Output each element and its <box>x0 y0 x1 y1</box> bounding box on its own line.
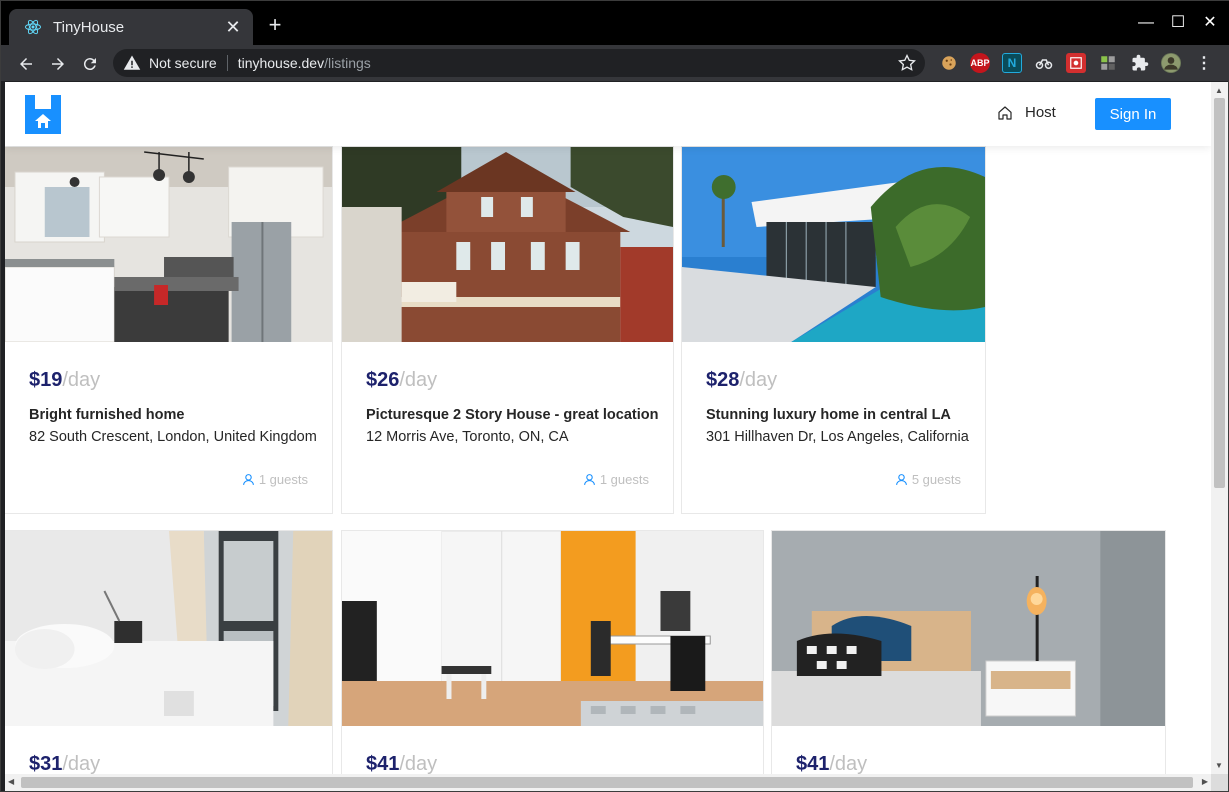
cookie-extension-icon[interactable] <box>939 53 959 73</box>
app-header: Host Sign In <box>5 82 1211 146</box>
browser-tab[interactable]: TinyHouse ✕ <box>9 9 253 45</box>
tabs-extension-icon[interactable] <box>1098 53 1118 73</box>
browser-window: TinyHouse ✕ + — ☐ ✕ Not secure tinyhouse… <box>0 0 1229 792</box>
vertical-scroll-thumb[interactable] <box>1214 98 1225 488</box>
arrow-right-icon <box>52 58 64 70</box>
listing-price: $41/day <box>796 753 868 774</box>
listing-card[interactable]: $41/day <box>771 530 1166 774</box>
listing-price: $28/day <box>706 369 778 391</box>
browser-toolbar: Not secure tinyhouse.dev/listings ABP N … <box>1 45 1229 81</box>
page-viewport: Host Sign In $19/day Bright furnished ho… <box>5 82 1211 774</box>
url-path: /listings <box>324 55 371 71</box>
user-icon <box>895 474 907 486</box>
extensions-puzzle-icon[interactable] <box>1130 53 1150 73</box>
host-link[interactable]: Host <box>997 104 1056 121</box>
scrollbar-corner <box>1211 774 1228 791</box>
horizontal-scroll-thumb[interactable] <box>21 777 1193 788</box>
listing-title: Bright furnished home <box>29 407 185 423</box>
listing-guests: 5 guests <box>895 472 961 487</box>
tab-strip: TinyHouse ✕ + — ☐ ✕ <box>1 1 1229 45</box>
listing-address: 82 South Crescent, London, United Kingdo… <box>29 429 317 445</box>
listing-price: $31/day <box>29 753 101 774</box>
arrow-left-icon <box>20 58 32 70</box>
scroll-left-arrow-icon[interactable]: ◀ <box>8 777 14 786</box>
listing-image-orange-wall-room <box>342 531 763 726</box>
address-bar[interactable]: Not secure tinyhouse.dev/listings <box>113 49 925 77</box>
scroll-right-arrow-icon[interactable]: ▶ <box>1202 777 1208 786</box>
menu-kebab-icon[interactable]: ⋮ <box>1194 53 1214 73</box>
maximize-button[interactable]: ☐ <box>1163 11 1193 35</box>
react-icon <box>23 17 43 37</box>
listing-image-victorian-house <box>342 147 673 342</box>
close-window-button[interactable]: ✕ <box>1195 11 1225 35</box>
listing-card[interactable]: $19/day Bright furnished home 82 South C… <box>5 146 333 514</box>
vertical-scrollbar[interactable]: ▲ ▼ <box>1211 82 1228 774</box>
listing-guests: 1 guests <box>242 472 308 487</box>
reload-button[interactable] <box>77 51 103 77</box>
listing-image-kitchen <box>5 147 332 342</box>
listing-price: $41/day <box>366 753 438 774</box>
adblock-extension-icon[interactable]: ABP <box>970 53 990 73</box>
tab-close-icon[interactable]: ✕ <box>223 17 243 38</box>
listing-price: $19/day <box>29 369 101 391</box>
minimize-button[interactable]: — <box>1131 11 1161 35</box>
url-host: tinyhouse.dev <box>237 55 325 71</box>
reload-icon <box>83 58 96 71</box>
red-extension-icon[interactable] <box>1066 53 1086 73</box>
listing-address: 12 Morris Ave, Toronto, ON, CA <box>366 429 569 445</box>
listing-title: Picturesque 2 Story House - great locati… <box>366 407 659 423</box>
forward-button[interactable] <box>45 51 71 77</box>
user-icon <box>242 474 254 486</box>
listing-card[interactable]: $26/day Picturesque 2 Story House - grea… <box>341 146 674 514</box>
listing-image-modern-villa-pool <box>682 147 985 342</box>
new-tab-button[interactable]: + <box>263 13 287 37</box>
tab-title: TinyHouse <box>53 18 125 36</box>
n-extension-icon[interactable]: N <box>1002 53 1022 73</box>
listing-title: Stunning luxury home in central LA <box>706 407 951 423</box>
horizontal-scrollbar[interactable]: ◀ ▶ <box>5 774 1211 791</box>
home-icon <box>998 105 1012 120</box>
listing-card[interactable]: $28/day Stunning luxury home in central … <box>681 146 986 514</box>
tinyhouse-logo[interactable] <box>25 95 61 134</box>
scroll-down-arrow-icon[interactable]: ▼ <box>1215 761 1223 770</box>
sign-in-button[interactable]: Sign In <box>1095 98 1171 130</box>
listing-image-bedroom-nightstand <box>772 531 1165 726</box>
divider <box>226 55 228 71</box>
bookmark-star-icon[interactable] <box>897 53 917 73</box>
listing-card[interactable]: $41/day <box>341 530 764 774</box>
listing-image-white-bedroom <box>5 531 332 726</box>
bike-extension-icon[interactable] <box>1034 53 1054 73</box>
listing-guests: 1 guests <box>583 472 649 487</box>
warning-icon <box>123 55 141 70</box>
listing-address: 301 Hillhaven Dr, Los Angeles, Californi… <box>706 429 969 445</box>
listing-price: $26/day <box>366 369 438 391</box>
profile-avatar[interactable] <box>1161 53 1181 73</box>
listing-card[interactable]: $31/day <box>5 530 333 774</box>
back-button[interactable] <box>13 51 39 77</box>
host-label: Host <box>1025 104 1056 121</box>
scroll-up-arrow-icon[interactable]: ▲ <box>1215 86 1223 95</box>
security-status[interactable]: Not secure <box>149 55 217 71</box>
user-icon <box>583 474 595 486</box>
